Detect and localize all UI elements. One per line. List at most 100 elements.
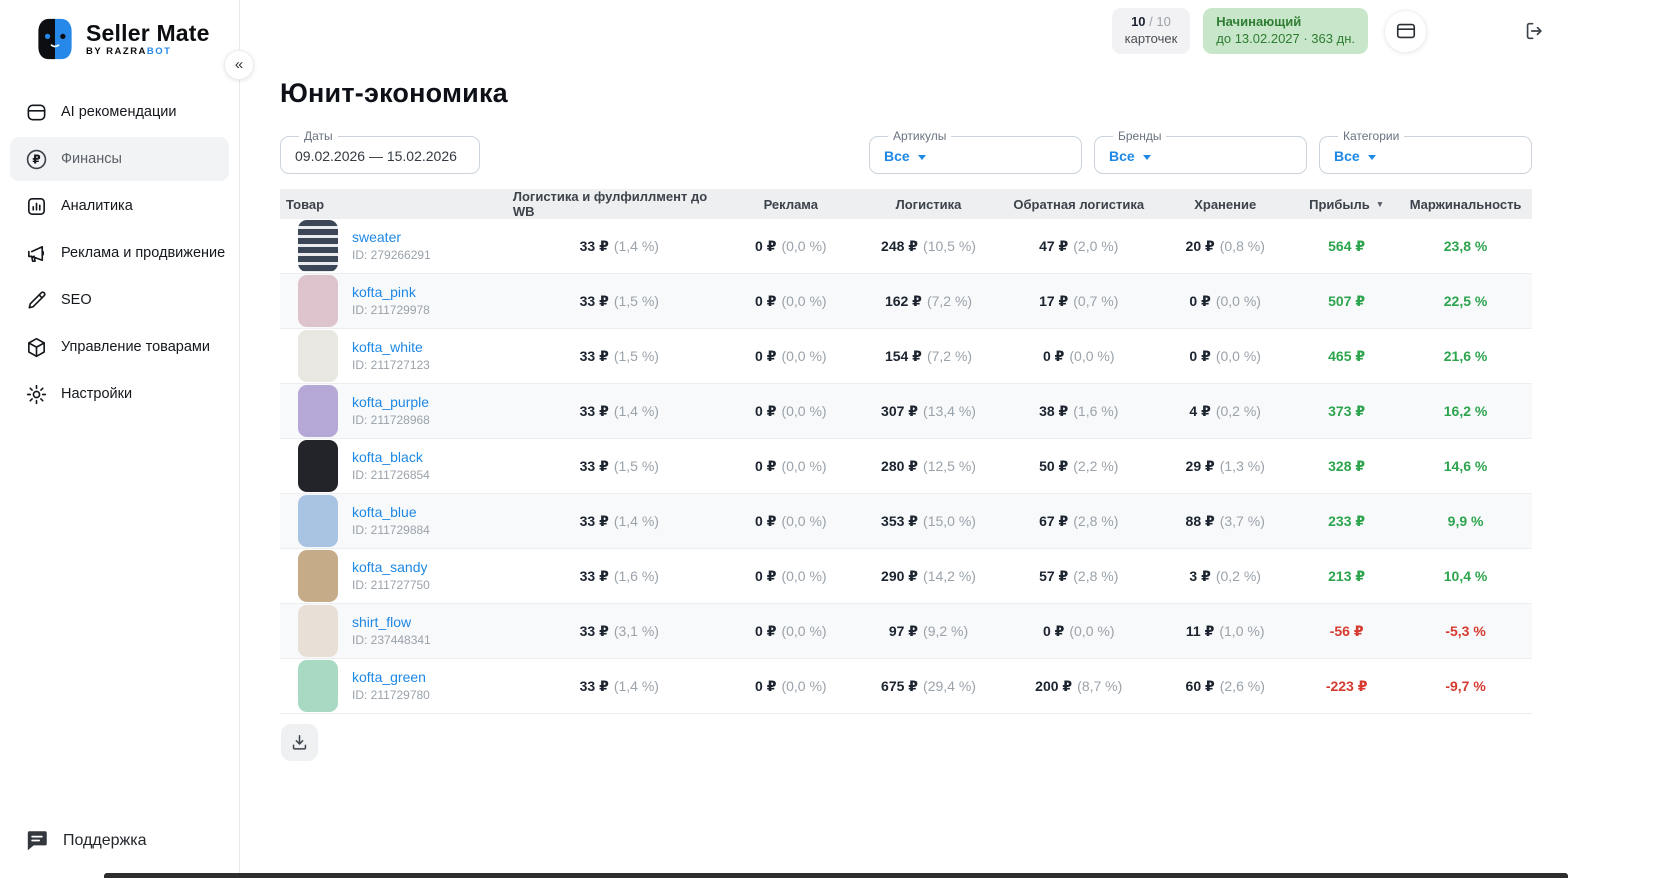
download-icon <box>292 735 307 750</box>
col-header-margin[interactable]: Маржинальность <box>1399 197 1532 212</box>
margin-value: -9,7 % <box>1445 678 1486 694</box>
product-cell: kofta_purple ID: 211728968 <box>280 384 513 438</box>
logistics-wb-cell: 33 ₽ (1,5 %) <box>579 292 659 310</box>
brands-filter[interactable]: Бренды Все <box>1094 129 1307 174</box>
sidebar-item-product-management[interactable]: Управление товарами <box>10 325 229 369</box>
product-link[interactable]: kofta_pink <box>352 282 430 302</box>
sidebar-item-label: Реклама и продвижение <box>61 245 226 261</box>
sidebar-item-label: Аналитика <box>61 198 133 214</box>
logistics-cell: 154 ₽ (7,2 %) <box>884 347 973 365</box>
margin-value: 9,9 % <box>1447 513 1484 529</box>
ads-cell: 0 ₽ (0,0 %) <box>755 347 827 365</box>
product-image[interactable] <box>298 275 338 327</box>
cards-label: карточек <box>1124 31 1178 46</box>
brands-filter-label: Бренды <box>1118 129 1162 143</box>
col-header-profit[interactable]: Прибыль ▼ <box>1294 197 1399 212</box>
product-cell: kofta_white ID: 211727123 <box>280 329 513 383</box>
logistics-wb-cell: 33 ₽ (3,1 %) <box>579 622 659 640</box>
sidebar-item-ads-promotion[interactable]: Реклама и продвижение <box>10 231 229 275</box>
profit-value: 213 ₽ <box>1328 567 1366 584</box>
logistics-cell: 290 ₽ (14,2 %) <box>881 567 976 585</box>
margin-value: -5,3 % <box>1445 623 1486 639</box>
logout-button[interactable] <box>1523 20 1545 42</box>
table-footer <box>280 714 1532 761</box>
sidebar-item-finances[interactable]: ₽ Финансы <box>10 137 229 181</box>
profit-value: -56 ₽ <box>1329 622 1364 639</box>
product-image[interactable] <box>298 550 338 602</box>
col-header-logistics-wb[interactable]: Логистика и фулфиллмент до WB <box>513 189 726 219</box>
col-header-return-logistics[interactable]: Обратная логистика <box>1001 197 1156 212</box>
logistics-cell: 162 ₽ (7,2 %) <box>884 292 973 310</box>
col-header-storage[interactable]: Хранение <box>1156 197 1294 212</box>
pencil-icon <box>28 290 46 309</box>
sidebar-item-label: Настройки <box>61 386 133 402</box>
main-area: 10 / 10 карточек Начинающий до 13.02.202… <box>240 0 1680 878</box>
brands-filter-value[interactable]: Все <box>1109 148 1292 164</box>
product-link[interactable]: kofta_black <box>352 447 430 467</box>
storage-cell: 0 ₽ (0,0 %) <box>1189 347 1261 365</box>
sidebar-nav: AI рекомендации ₽ Финансы Аналитика Рекл… <box>0 90 239 416</box>
table-row: sweater ID: 279266291 33 ₽ (1,4 %) 0 ₽ (0,… <box>280 219 1532 274</box>
product-link[interactable]: shirt_flow <box>352 612 431 632</box>
product-image[interactable] <box>298 220 338 272</box>
product-image[interactable] <box>298 330 338 382</box>
product-image[interactable] <box>298 440 338 492</box>
table-row: kofta_purple ID: 211728968 33 ₽ (1,4 %) 0… <box>280 384 1532 439</box>
product-image[interactable] <box>298 660 338 712</box>
logistics-cell: 675 ₽ (29,4 %) <box>881 677 976 695</box>
col-header-ads[interactable]: Реклама <box>726 197 856 212</box>
megaphone-icon <box>28 245 45 262</box>
product-link[interactable]: kofta_blue <box>352 502 430 522</box>
brand-byline: BY RAZRABOT <box>86 45 172 57</box>
return-logistics-cell: 38 ₽ (1,6 %) <box>1039 402 1119 420</box>
product-id: ID: 211729978 <box>352 303 430 318</box>
table-row: shirt_flow ID: 237448341 33 ₽ (3,1 %) 0 ₽… <box>280 604 1532 659</box>
product-link[interactable]: kofta_green <box>352 667 430 687</box>
return-logistics-cell: 67 ₽ (2,8 %) <box>1039 512 1119 530</box>
logistics-wb-cell: 33 ₽ (1,4 %) <box>579 237 659 255</box>
col-header-product[interactable]: Товар <box>280 197 513 212</box>
billing-button[interactable] <box>1384 9 1427 53</box>
profit-value: 507 ₽ <box>1328 292 1366 309</box>
return-logistics-cell: 50 ₽ (2,2 %) <box>1039 457 1119 475</box>
product-image[interactable] <box>298 605 338 657</box>
margin-value: 22,5 % <box>1443 293 1488 309</box>
date-range-filter[interactable]: Даты 09.02.2026 — 15.02.2026 <box>280 129 480 174</box>
table-row: kofta_blue ID: 211729884 33 ₽ (1,4 %) 0 ₽… <box>280 494 1532 549</box>
categories-filter[interactable]: Категории Все <box>1319 129 1532 174</box>
sidebar-item-settings[interactable]: Настройки <box>10 372 229 416</box>
sidebar-item-label: AI рекомендации <box>61 104 177 120</box>
cards-current: 10 <box>1131 14 1146 30</box>
articles-filter-value[interactable]: Все <box>884 148 1067 164</box>
table-header-row: Товар Логистика и фулфиллмент до WB Рекл… <box>280 189 1532 219</box>
logistics-cell: 280 ₽ (12,5 %) <box>881 457 976 475</box>
product-image[interactable] <box>298 495 338 547</box>
product-link[interactable]: kofta_sandy <box>352 557 430 577</box>
sidebar-item-analytics[interactable]: Аналитика <box>10 184 229 228</box>
credit-card-icon <box>1396 23 1415 39</box>
sidebar-collapse-button[interactable]: « <box>224 50 254 80</box>
product-link[interactable]: kofta_white <box>352 337 430 357</box>
chat-bubble-icon <box>27 831 47 851</box>
sidebar-item-ai-recommendations[interactable]: AI рекомендации <box>10 90 229 134</box>
product-image[interactable] <box>298 385 338 437</box>
ads-cell: 0 ₽ (0,0 %) <box>755 622 827 640</box>
product-cell: kofta_pink ID: 211729978 <box>280 274 513 328</box>
product-link[interactable]: kofta_purple <box>352 392 430 412</box>
product-id: ID: 211729780 <box>352 688 430 703</box>
table-row: kofta_sandy ID: 211727750 33 ₽ (1,6 %) 0 … <box>280 549 1532 604</box>
product-cell: kofta_sandy ID: 211727750 <box>280 549 513 603</box>
articles-filter[interactable]: Артикулы Все <box>869 129 1082 174</box>
support-button[interactable]: Поддержка <box>24 828 146 854</box>
product-link[interactable]: sweater <box>352 227 431 247</box>
page-content: Юнит-экономика Даты 09.02.2026 — 15.02.2… <box>240 62 1532 761</box>
export-download-button[interactable] <box>281 724 318 761</box>
col-header-logistics[interactable]: Логистика <box>856 197 1001 212</box>
date-range-value[interactable]: 09.02.2026 — 15.02.2026 <box>295 148 465 164</box>
ads-cell: 0 ₽ (0,0 %) <box>755 402 827 420</box>
categories-filter-value[interactable]: Все <box>1334 148 1517 164</box>
plan-expiry: до 13.02.2027 · 363 дн. <box>1216 31 1355 46</box>
sidebar-item-seo[interactable]: SEO <box>10 278 229 322</box>
table-row: kofta_white ID: 211727123 33 ₽ (1,5 %) 0 … <box>280 329 1532 384</box>
storage-cell: 11 ₽ (1,0 %) <box>1185 622 1265 640</box>
